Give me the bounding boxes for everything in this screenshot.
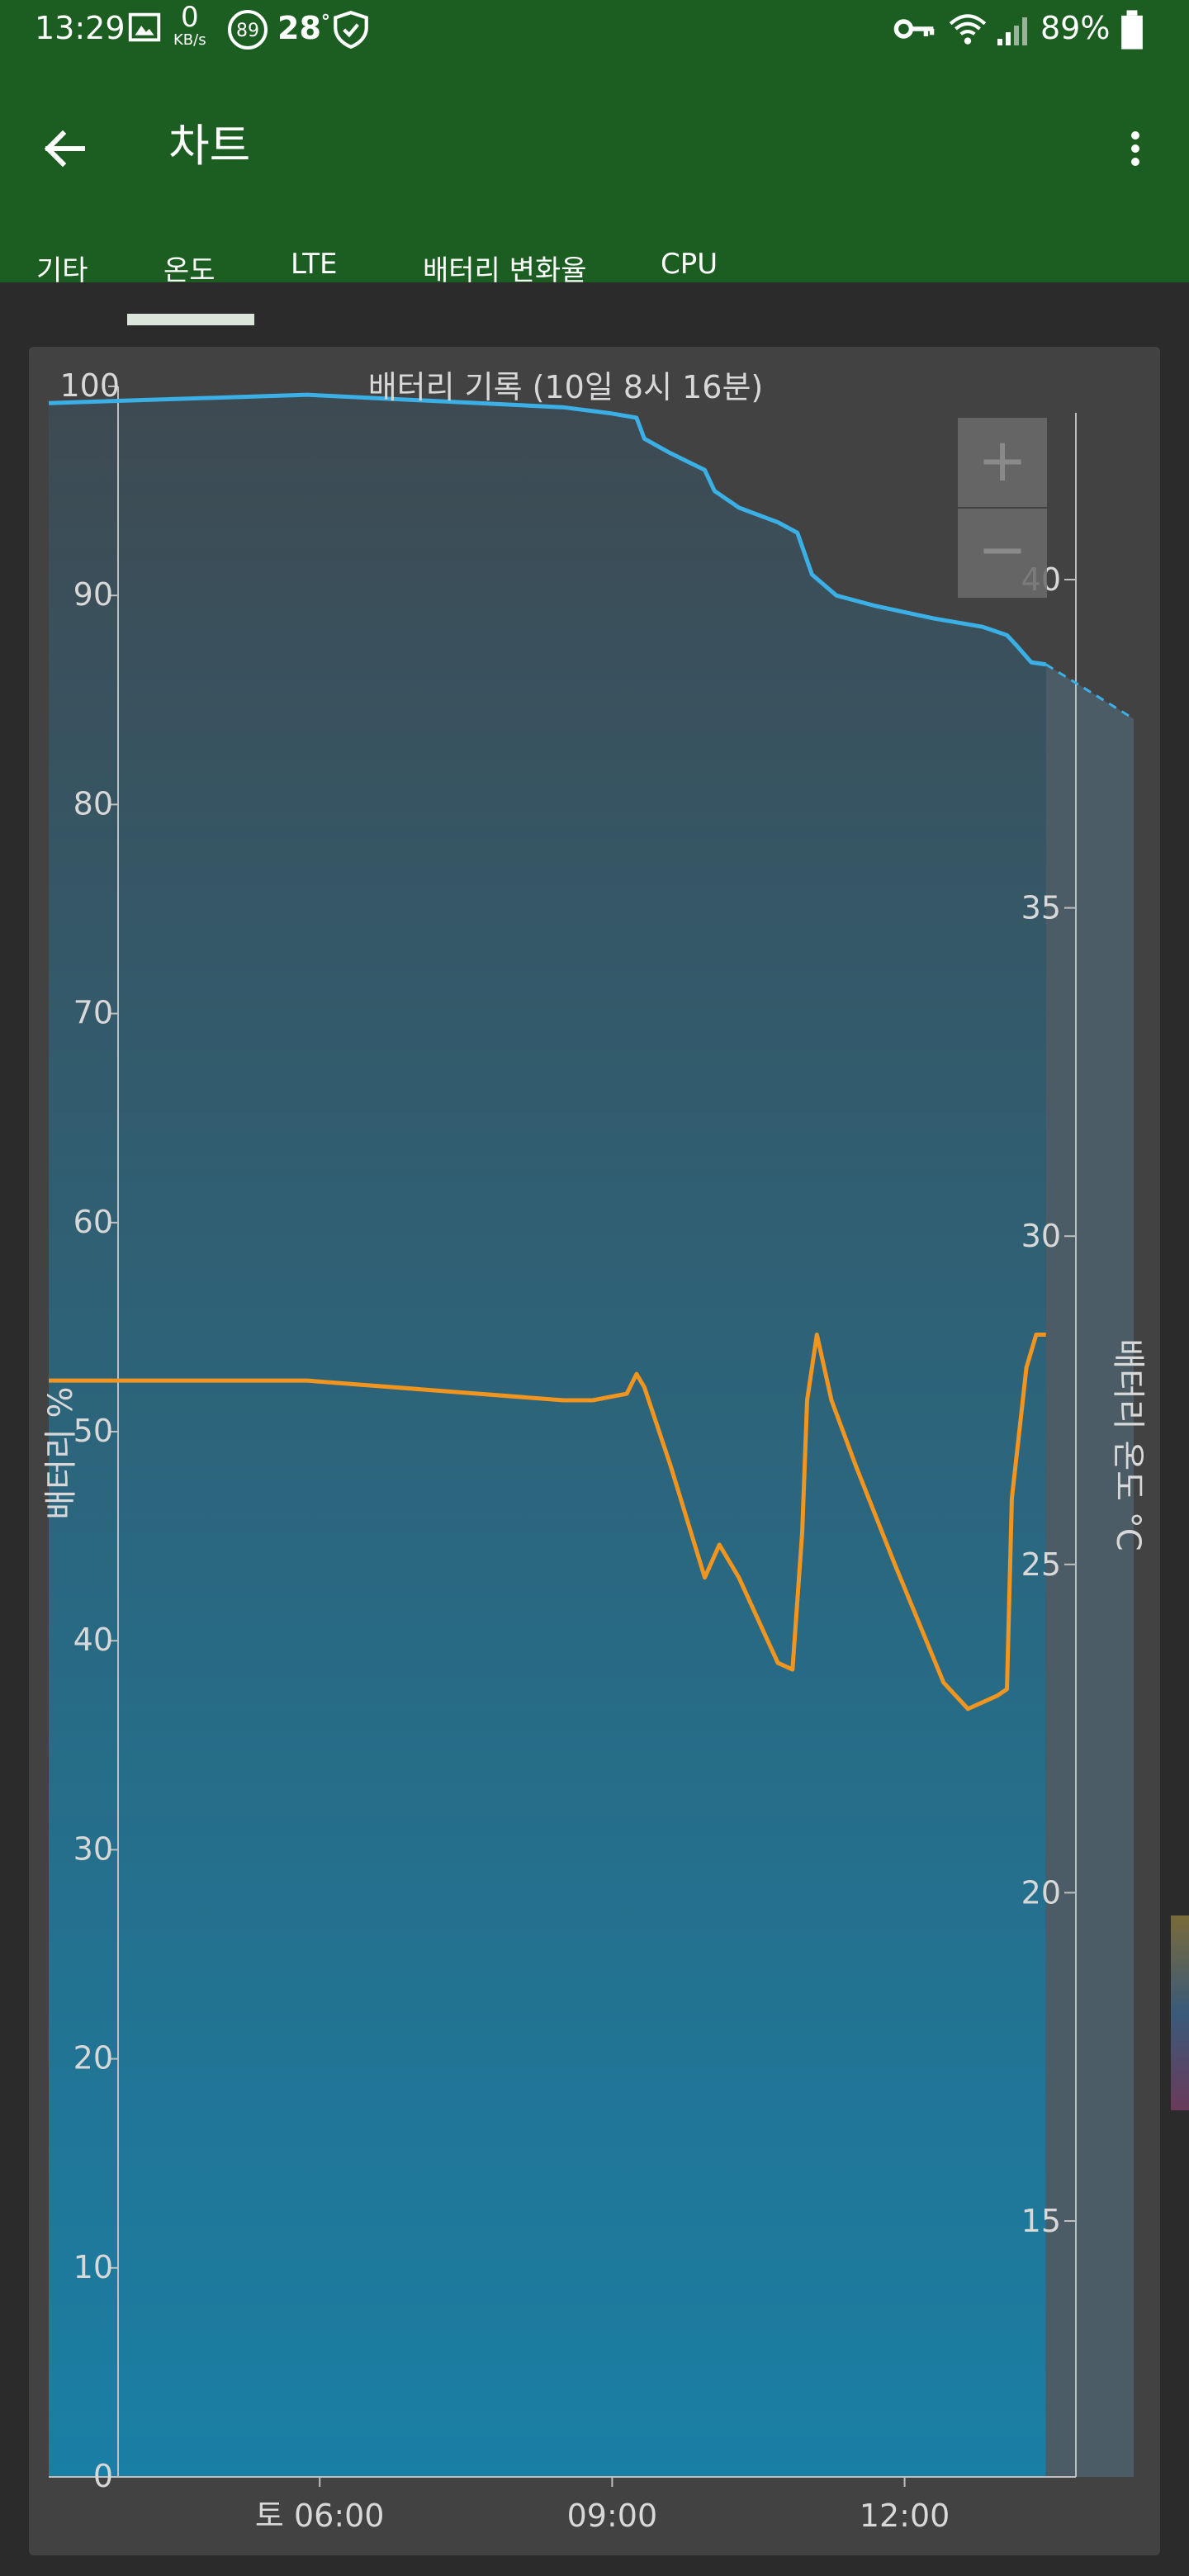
y-tick-label-left: 70 (73, 995, 113, 1031)
y-tick-label-right: 25 (1021, 1546, 1061, 1583)
y-tick-label-left: 90 (73, 576, 113, 613)
page-title: 차트 (168, 120, 251, 172)
more-vert-icon (1131, 131, 1139, 166)
y-tick-label-left: 100 (59, 367, 120, 404)
y-axis-label-right: 배터리 온도 °C (1109, 1338, 1147, 1551)
battery-history-chart[interactable]: 0102030405060708090100152025303540토 06:0… (29, 347, 1160, 2555)
y-tick-label-right: 30 (1021, 1218, 1061, 1254)
vpn-key-icon (892, 8, 936, 57)
y-tick-label-right: 15 (1021, 2203, 1061, 2239)
temperature-indicator: 28° (277, 10, 330, 46)
tab-etc[interactable]: 기타 (36, 248, 88, 288)
tab-lte[interactable]: LTE (291, 248, 338, 281)
y-tick-label-left: 0 (93, 2458, 113, 2494)
y-tick-label-left: 30 (73, 1830, 113, 1867)
tab-temperature[interactable]: 온도 (163, 248, 216, 288)
zoom-out-icon: − (978, 514, 1027, 584)
network-speed: 0 KB/s (173, 3, 206, 48)
ring-badge-icon: 89 (226, 8, 269, 59)
plot-area (49, 395, 1134, 2478)
status-bar: 13:29 0 KB/s 89 28° 89% (0, 0, 1189, 59)
ring-badge-value: 89 (236, 21, 259, 41)
shield-check-icon (330, 8, 372, 59)
y-tick-label-left: 80 (73, 785, 113, 822)
arrow-back-icon (44, 130, 85, 168)
back-button[interactable] (33, 116, 99, 182)
selected-tab-indicator (127, 314, 254, 325)
zoom-in-button[interactable]: + (958, 418, 1047, 507)
chart-card: 0102030405060708090100152025303540토 06:0… (29, 347, 1160, 2555)
y-tick-label-left: 60 (73, 1204, 113, 1240)
temperature-unit: ° (320, 12, 330, 33)
network-speed-value: 0 (180, 1, 199, 34)
battery-icon (1120, 8, 1144, 59)
y-tick-label-right: 35 (1021, 890, 1061, 926)
x-tick-label: 09:00 (567, 2498, 658, 2534)
network-speed-unit: KB/s (173, 31, 206, 49)
y-tick-label-right: 20 (1021, 1874, 1061, 1911)
tab-cpu[interactable]: CPU (661, 248, 718, 281)
y-tick-label-left: 10 (73, 2249, 113, 2285)
battery-percent: 89% (1040, 10, 1111, 46)
y-tick-label-left: 40 (73, 1622, 113, 1658)
x-tick-label: 토 06:00 (255, 2498, 385, 2534)
battery-area-fill (49, 395, 1046, 2478)
tab-battery-rate[interactable]: 배터리 변화율 (423, 248, 587, 288)
y-tick-label-left: 20 (73, 2040, 113, 2076)
chart-title: 배터리 기록 (10일 8시 16분) (368, 369, 764, 405)
temperature-value: 28 (277, 10, 321, 46)
clock: 13:29 (35, 10, 126, 46)
wifi-icon (946, 8, 989, 57)
edge-panel-handle[interactable] (1171, 1915, 1189, 2110)
gallery-icon (126, 8, 163, 54)
overflow-menu-button[interactable] (1115, 116, 1156, 182)
cell-signal-icon (994, 8, 1034, 57)
x-tick-label: 12:00 (860, 2498, 950, 2534)
zoom-in-icon: + (978, 425, 1027, 495)
zoom-out-button[interactable]: − (958, 509, 1047, 598)
y-axis-label-left: 배터리 % (42, 1386, 80, 1519)
